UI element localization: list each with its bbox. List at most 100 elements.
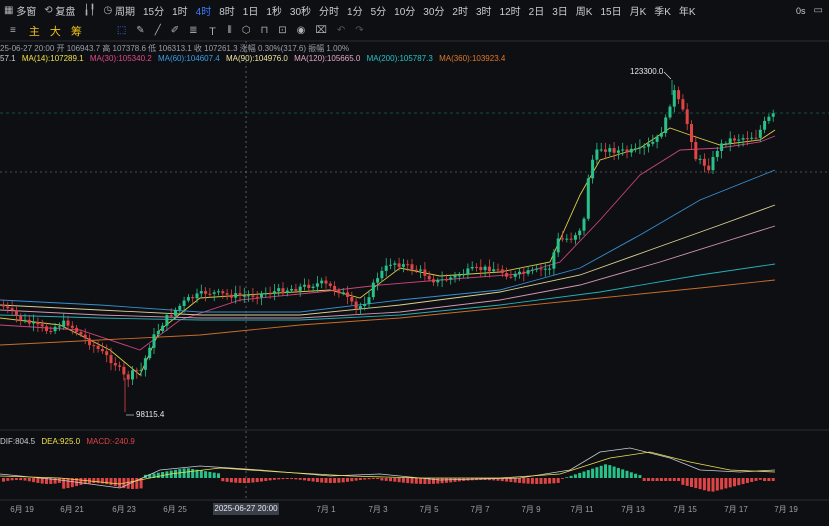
candle-body xyxy=(625,149,629,153)
macd-bar xyxy=(414,478,418,484)
macd-bar xyxy=(733,478,736,487)
candle-body xyxy=(453,275,457,278)
macd-bar xyxy=(694,478,698,489)
candle-body xyxy=(324,280,328,284)
macd-bar xyxy=(707,478,711,492)
macd-bar xyxy=(651,478,655,481)
macd-bar xyxy=(328,478,332,483)
macd-bar xyxy=(741,478,745,485)
macd-bar xyxy=(358,478,362,481)
candle-body xyxy=(354,301,358,309)
candle-body xyxy=(70,325,74,328)
candle-body xyxy=(208,293,212,295)
macd-bar xyxy=(10,478,14,481)
candle-body xyxy=(711,157,715,171)
candle-body xyxy=(423,269,427,276)
candle-body xyxy=(655,136,659,142)
macd-bar xyxy=(612,466,616,478)
candle-body xyxy=(333,285,337,291)
candle-body xyxy=(380,270,384,279)
macd-bar xyxy=(634,473,638,478)
candle-body xyxy=(303,284,306,287)
candle-body xyxy=(406,264,410,266)
macd-bar xyxy=(522,478,526,484)
macd-bar xyxy=(79,478,83,486)
candle-body xyxy=(260,293,263,298)
macd-bar xyxy=(698,478,702,490)
candle-body xyxy=(629,148,633,153)
macd-bar xyxy=(440,478,444,484)
candle-body xyxy=(616,150,620,153)
candle-body xyxy=(733,138,736,141)
candle-body xyxy=(436,280,440,283)
candle-body xyxy=(763,120,767,130)
candle-body xyxy=(509,276,513,278)
macd-bar xyxy=(664,478,668,481)
candle-body xyxy=(737,139,741,141)
candle-body xyxy=(690,124,693,143)
candle-body xyxy=(346,292,349,297)
macd-bar xyxy=(561,478,564,479)
macd-bar xyxy=(586,470,590,478)
macd-bar xyxy=(242,478,246,483)
x-label: 7月 13 xyxy=(621,505,645,514)
candle-body xyxy=(66,320,70,326)
candle-body xyxy=(487,266,491,272)
candle-body xyxy=(668,106,672,118)
macd-dea: DEA:925.0 xyxy=(41,437,81,446)
macd-bar xyxy=(530,478,534,484)
macd-bar xyxy=(406,478,410,484)
macd-bar xyxy=(655,478,659,481)
candle-body xyxy=(694,142,698,160)
candle-body xyxy=(720,143,724,151)
macd-bar xyxy=(341,478,345,483)
candle-body xyxy=(19,315,23,321)
macd-bar xyxy=(247,478,251,483)
candle-body xyxy=(281,288,285,294)
candle-body xyxy=(165,315,169,326)
macd-bar xyxy=(573,474,577,478)
macd-bar xyxy=(182,468,186,478)
macd-bar xyxy=(591,468,595,478)
macd-bar xyxy=(156,472,160,478)
candle-body xyxy=(552,252,556,269)
macd-bar xyxy=(333,478,337,483)
high-annotation-arrow xyxy=(663,71,672,80)
candle-body xyxy=(40,324,44,327)
candle-body xyxy=(561,238,564,240)
macd-bar xyxy=(647,478,650,481)
candle-body xyxy=(664,117,668,134)
candle-body xyxy=(724,143,728,145)
x-label: 6月 21 xyxy=(60,505,84,514)
candle-body xyxy=(242,295,246,297)
candle-body xyxy=(457,275,461,277)
macd-bar xyxy=(131,478,134,489)
candlestick-chart[interactable]: 6月 19 6月 21 6月 23 6月 25 7月 1 7月 3 7月 5 7月 7 7月 9… xyxy=(0,0,829,526)
candle-body xyxy=(247,295,251,297)
candle-body xyxy=(745,138,749,140)
crosshair-time-label: 2025-06-27 20:00 xyxy=(213,503,279,515)
macd-bar xyxy=(285,478,289,480)
macd-panel xyxy=(0,447,776,492)
macd-bar xyxy=(758,478,762,480)
macd-bar xyxy=(320,478,324,483)
macd-value: MACD:-240.9 xyxy=(86,437,135,446)
macd-bar xyxy=(199,470,203,478)
macd-bar xyxy=(53,478,57,484)
macd-bar xyxy=(315,478,319,483)
macd-bar xyxy=(324,478,328,483)
candle-body xyxy=(122,366,126,375)
candle-body xyxy=(728,138,732,144)
candle-body xyxy=(496,269,500,271)
candle-body xyxy=(505,273,509,277)
candle-body xyxy=(367,297,371,305)
candle-body xyxy=(53,326,57,332)
candle-body xyxy=(212,292,216,294)
macd-bar xyxy=(543,478,547,484)
macd-bar xyxy=(113,478,117,487)
candle-body xyxy=(685,109,689,125)
candle-body xyxy=(75,327,79,333)
candle-body xyxy=(681,99,685,110)
candle-body xyxy=(556,238,560,253)
macd-bar xyxy=(298,478,302,480)
